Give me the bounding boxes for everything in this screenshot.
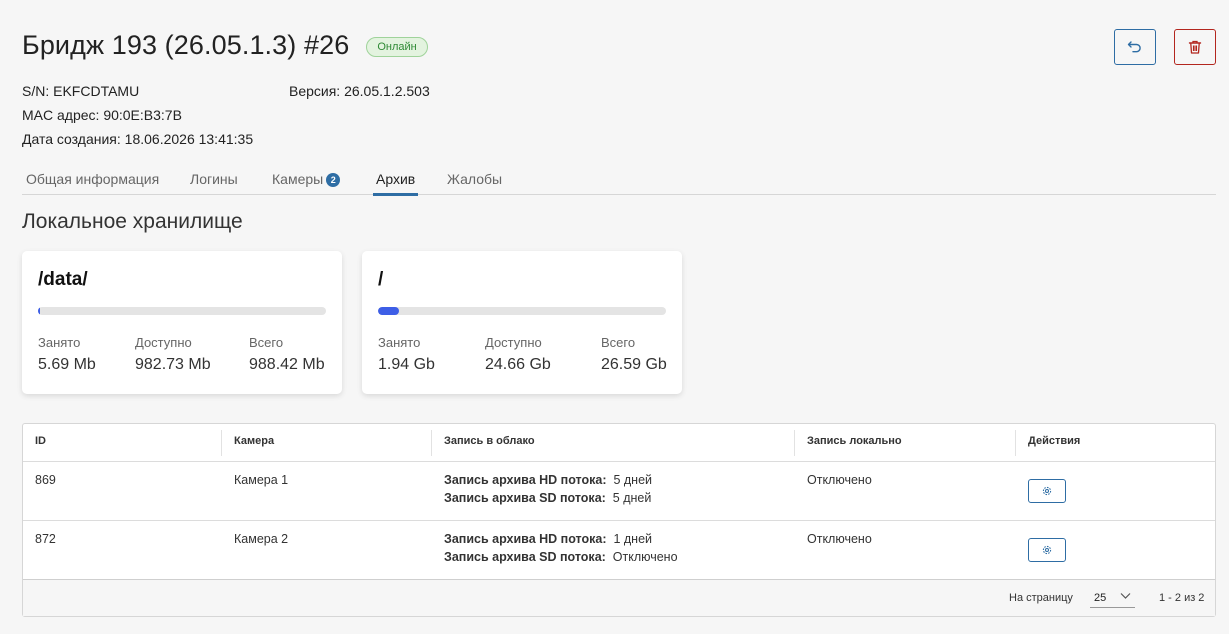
camera-count-badge: 2	[326, 173, 341, 187]
row-local-recording: Отключено	[807, 532, 872, 546]
column-divider	[1015, 430, 1016, 456]
storage-card: / Занято 1.94 Gb Доступно 24.66 Gb Всего…	[362, 251, 682, 394]
storage-progress	[38, 307, 326, 315]
table-row: 869 Камера 1 Запись архива HD потока: 5 …	[23, 461, 1215, 520]
row-cloud-recording: Запись архива HD потока: 1 дней Запись а…	[444, 532, 678, 564]
mac-address: MAC адрес: 90:0E:B3:7B	[22, 107, 182, 123]
tab-general[interactable]: Общая информация	[26, 171, 159, 195]
chevron-down-icon	[1120, 593, 1131, 599]
column-header-cloud: Запись в облако	[444, 435, 535, 447]
storage-card: /data/ Занято 5.69 Mb Доступно 982.73 Mb…	[22, 251, 342, 394]
row-cloud-recording: Запись архива HD потока: 5 дней Запись а…	[444, 473, 653, 505]
row-id: 872	[35, 532, 56, 546]
delete-button[interactable]	[1174, 29, 1216, 65]
stat-total: Всего 988.42 Mb	[249, 335, 325, 373]
stat-free: Доступно 24.66 Gb	[485, 335, 551, 373]
trash-icon	[1188, 40, 1202, 54]
stat-total: Всего 26.59 Gb	[601, 335, 667, 373]
tab-archive[interactable]: Архив	[372, 171, 419, 196]
undo-icon	[1127, 41, 1141, 53]
per-page-label: На страницу	[1009, 592, 1073, 604]
row-id: 869	[35, 473, 56, 487]
version: Версия: 26.05.1.2.503	[289, 83, 430, 99]
tab-cameras[interactable]: Камеры 2	[272, 171, 341, 195]
per-page-select[interactable]: 25	[1090, 586, 1135, 608]
row-camera: Камера 1	[234, 473, 289, 487]
storage-progress-fill	[38, 307, 40, 315]
column-header-local: Запись локально	[807, 435, 902, 447]
column-divider	[221, 430, 222, 456]
stat-free: Доступно 982.73 Mb	[135, 335, 211, 373]
page-header: Бридж 193 (26.05.1.3) #26 Онлайн	[22, 30, 428, 61]
storage-progress	[378, 307, 666, 315]
column-divider	[794, 430, 795, 456]
tab-complaints[interactable]: Жалобы	[447, 171, 502, 195]
pagination-range: 1 - 2 из 2	[1159, 592, 1205, 604]
storage-path: /data/	[38, 269, 88, 290]
status-badge: Онлайн	[366, 36, 428, 57]
table-row: 872 Камера 2 Запись архива HD потока: 1 …	[23, 520, 1215, 579]
undo-button[interactable]	[1114, 29, 1156, 65]
row-camera: Камера 2	[234, 532, 289, 546]
creation-date: Дата создания: 18.06.2026 13:41:35	[22, 131, 254, 147]
storage-progress-fill	[378, 307, 400, 315]
tab-bar: Общая информация Логины Камеры 2 Архив Жа…	[22, 164, 1216, 196]
gear-icon	[1042, 545, 1052, 555]
tab-logins[interactable]: Логины	[190, 171, 238, 195]
column-header-id: ID	[35, 435, 46, 447]
column-header-actions: Действия	[1028, 435, 1081, 447]
settings-button[interactable]	[1028, 538, 1066, 562]
gear-icon	[1042, 486, 1052, 496]
serial-number: S/N: EKFCDTAMU	[22, 83, 140, 99]
column-header-camera: Камера	[234, 435, 275, 447]
row-local-recording: Отключено	[807, 473, 872, 487]
page-title: Бридж 193 (26.05.1.3) #26	[22, 30, 350, 60]
settings-button[interactable]	[1028, 479, 1066, 503]
stat-used: Занято 1.94 Gb	[378, 335, 435, 373]
section-title: Локальное хранилище	[22, 210, 243, 233]
column-divider	[431, 430, 432, 456]
stat-used: Занято 5.69 Mb	[38, 335, 96, 373]
table-pagination: На страницу 25 1 - 2 из 2	[23, 579, 1215, 616]
archive-table: ID Камера Запись в облако Запись локальн…	[22, 423, 1216, 617]
storage-path: /	[378, 269, 384, 290]
